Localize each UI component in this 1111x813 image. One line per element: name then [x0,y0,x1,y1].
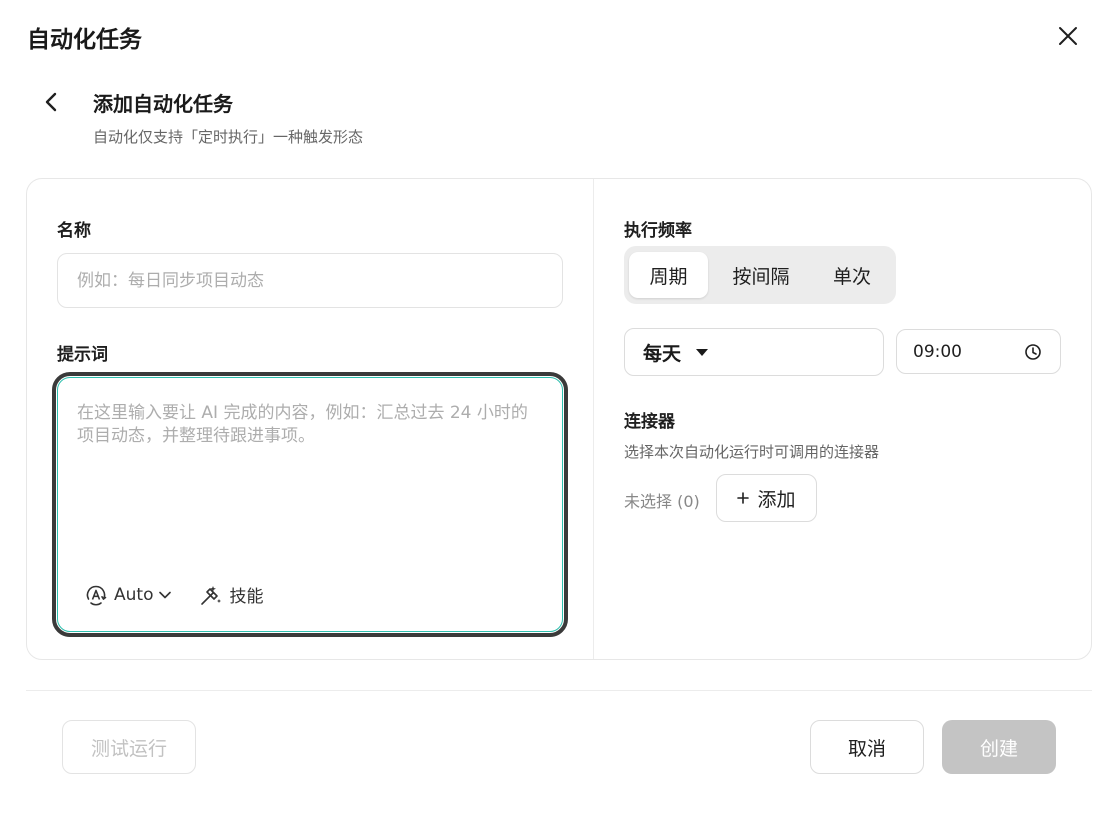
tab-periodic[interactable]: 周期 [629,252,708,298]
page-title: 添加自动化任务 [93,92,233,116]
back-chevron-icon [45,92,57,112]
time-picker[interactable]: 09:00 [896,329,1061,374]
prompt-placeholder: 在这里输入要让 AI 完成的内容，例如：汇总过去 24 小时的项目动态，并整理待… [77,403,528,446]
connectors-description: 选择本次自动化运行时可调用的连接器 [624,443,880,461]
name-label: 名称 [57,221,91,241]
skill-label: 技能 [229,587,264,607]
test-run-button[interactable]: 测试运行 [62,720,196,774]
add-connector-label: 添加 [757,488,796,511]
modal-title: 自动化任务 [27,27,142,53]
create-button[interactable]: 创建 [942,720,1056,774]
close-button[interactable] [1054,22,1082,50]
frequency-label: 执行频率 [624,221,692,241]
plus-icon [737,492,750,504]
model-selector[interactable]: Auto [84,583,177,607]
prompt-label: 提示词 [57,345,108,365]
frequency-value: 每天 [643,342,682,365]
page-description: 自动化仅支持「定时执行」一种触发形态 [93,128,364,146]
frequency-dropdown[interactable]: 每天 [624,328,884,376]
name-input[interactable] [57,253,563,308]
time-value: 09:00 [913,341,962,362]
prompt-textarea-focus-ring: 在这里输入要让 AI 完成的内容，例如：汇总过去 24 小时的项目动态，并整理待… [52,372,568,637]
model-label: Auto [114,584,154,605]
add-connector-button[interactable]: 添加 [716,474,817,522]
clock-icon [1025,343,1041,360]
footer-divider [26,690,1092,691]
connectors-selected-count: 未选择 (0) [624,492,700,511]
prompt-toolbar: Auto 技能 [84,582,263,607]
frequency-segmented-control: 周期 按间隔 单次 [624,246,896,304]
chevron-down-icon [159,591,172,598]
card-divider [593,179,594,659]
tab-interval[interactable]: 按间隔 [708,252,814,298]
back-button[interactable] [38,89,64,115]
cancel-button[interactable]: 取消 [810,720,924,774]
skill-wand-icon [201,585,222,605]
auto-model-icon [86,585,107,605]
skill-button[interactable]: 技能 [199,582,263,607]
close-icon [1059,27,1077,45]
caret-down-icon [696,348,709,356]
tab-once[interactable]: 单次 [814,252,890,298]
connectors-label: 连接器 [624,412,675,432]
prompt-textarea[interactable]: 在这里输入要让 AI 完成的内容，例如：汇总过去 24 小时的项目动态，并整理待… [57,377,563,632]
